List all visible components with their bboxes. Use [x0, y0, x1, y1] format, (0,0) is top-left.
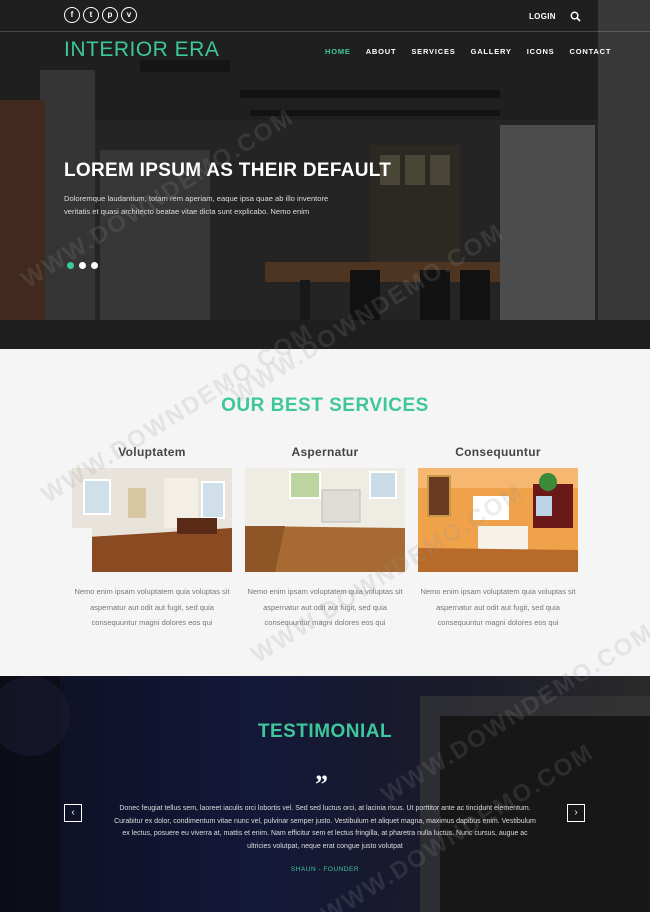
nav-home[interactable]: HOME — [325, 47, 351, 56]
prev-arrow-button[interactable]: ‹ — [64, 804, 82, 822]
room-image-2 — [245, 468, 405, 572]
twitter-icon[interactable]: t — [83, 7, 99, 23]
slider-dot-2[interactable] — [79, 262, 86, 269]
nav-services[interactable]: SERVICES — [411, 47, 455, 56]
services-section: OUR BEST SERVICES Voluptatem Nemo enim i… — [0, 349, 650, 676]
testimonial-title: TESTIMONIAL — [257, 721, 393, 742]
service-text: Nemo enim ipsam voluptatem quia voluptas… — [74, 587, 230, 627]
testimonial-author: SHAUN - FOUNDER — [290, 866, 360, 873]
service-title: Aspernatur — [291, 445, 359, 459]
slider-dot-1[interactable] — [67, 262, 74, 269]
nav-contact[interactable]: CONTACT — [570, 47, 612, 56]
hero-text: Doloremque laudantium, totam rem aperiam… — [64, 194, 329, 216]
service-image[interactable] — [418, 468, 578, 572]
next-arrow-button[interactable]: › — [567, 804, 585, 822]
service-title: Consequuntur — [455, 445, 541, 459]
service-card: Consequuntur Nemo enim ipsam voluptatem … — [418, 445, 578, 631]
site-logo[interactable]: INTERIOR ERA — [64, 38, 219, 62]
hero-title: LOREM IPSUM AS THEIR DEFAULT — [64, 160, 392, 181]
pinterest-icon[interactable]: p — [102, 7, 118, 23]
main-nav: HOME ABOUT SERVICES GALLERY ICONS CONTAC… — [325, 47, 626, 56]
testimonial-text: Donec feugiat tellus sem, laoreet iaculi… — [114, 805, 536, 850]
service-image[interactable] — [72, 468, 232, 572]
service-card: Aspernatur Nemo enim ipsam voluptatem qu… — [245, 445, 405, 631]
services-title: OUR BEST SERVICES — [221, 395, 429, 416]
login-link[interactable]: LOGIN — [529, 12, 556, 21]
slider-dots — [67, 262, 98, 269]
search-icon[interactable] — [570, 11, 581, 22]
nav-icons[interactable]: ICONS — [527, 47, 555, 56]
top-bar: f t p v LOGIN — [0, 0, 650, 32]
service-title: Voluptatem — [118, 445, 186, 459]
quote-icon: ” — [315, 770, 328, 799]
room-image-1 — [72, 468, 232, 572]
service-card: Voluptatem Nemo enim ipsam voluptatem qu… — [72, 445, 232, 631]
testimonial-section: TESTIMONIAL ” ‹ Donec feugiat tellus sem… — [0, 676, 650, 912]
room-image-3 — [418, 468, 578, 572]
facebook-icon[interactable]: f — [64, 7, 80, 23]
service-text: Nemo enim ipsam voluptatem quia voluptas… — [247, 587, 403, 627]
slider-dot-3[interactable] — [91, 262, 98, 269]
hero-slider: f t p v LOGIN INTERIOR ERA HOME ABOUT SE… — [0, 0, 650, 349]
social-links: f t p v — [64, 7, 137, 23]
vimeo-icon[interactable]: v — [121, 7, 137, 23]
nav-gallery[interactable]: GALLERY — [471, 47, 512, 56]
nav-about[interactable]: ABOUT — [366, 47, 397, 56]
service-image[interactable] — [245, 468, 405, 572]
service-text: Nemo enim ipsam voluptatem quia voluptas… — [420, 587, 576, 627]
